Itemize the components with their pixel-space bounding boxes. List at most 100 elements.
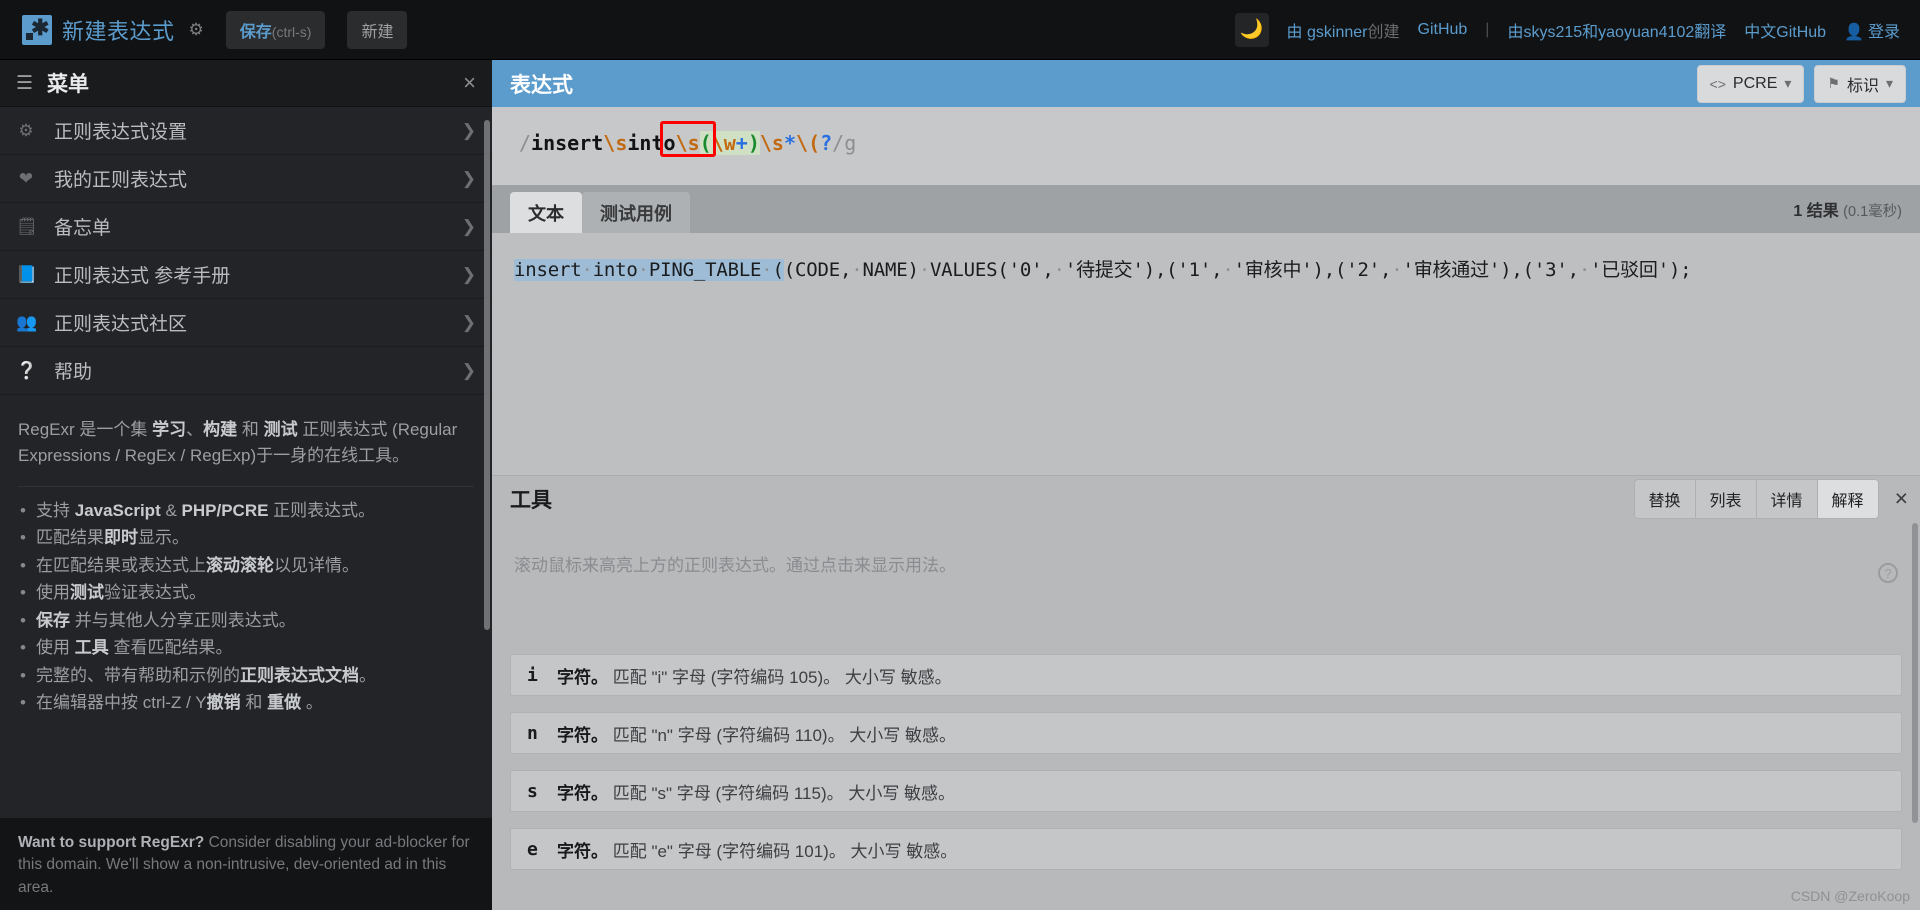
space-dot: · <box>637 259 649 281</box>
list-item: 完整的、带有帮助和示例的正则表达式文档。 <box>18 662 474 690</box>
list-item: 保存 并与其他人分享正则表达式。 <box>18 607 474 635</box>
text-run: 和 <box>240 693 268 713</box>
text-run: 和 <box>237 420 264 439</box>
sidebar-intro-text: RegExr 是一个集 学习、构建 和 测试 正则表达式 (Regular Ex… <box>18 417 474 470</box>
sidebar-item-settings[interactable]: ⚙ 正则表达式设置 ❯ <box>0 107 492 155</box>
tools-panel-header: 工具 替换 列表 详情 解释 × <box>492 475 1920 521</box>
list-item: 匹配结果即时显示。 <box>18 524 474 552</box>
login-link[interactable]: 👤 登录 <box>1844 18 1900 42</box>
main-area: 表达式 <> PCRE ▾ ⚑ 标识 ▾ /insert\sinto\s(\w+… <box>492 60 1920 910</box>
notepad-icon: 🗒 <box>16 216 38 236</box>
chevron-right-icon: ❯ <box>461 216 476 236</box>
list-item: 在匹配结果或表达式上滚动滚轮以见详情。 <box>18 552 474 580</box>
tool-tab-details[interactable]: 详情 <box>1755 478 1817 519</box>
text-run: 显示。 <box>138 528 189 548</box>
cn-github-link[interactable]: 中文GitHub <box>1744 18 1826 42</box>
explanation-row[interactable]: e 字符。 匹配 "e" 字母 (字符编码 101)。 大小写 敏感。 <box>510 828 1902 870</box>
logo-star-glyph: ✱ <box>31 14 50 40</box>
emphasis: PHP/PCRE <box>181 500 269 520</box>
created-by-link[interactable]: 由 gskinner创建 <box>1287 18 1400 42</box>
sample-text[interactable]: insert·into·PING_TABLE·((CODE,·NAME)·VAL… <box>514 255 1692 282</box>
regex-token: + <box>735 131 748 155</box>
sidebar-item-cheatsheet[interactable]: 🗒 备忘单 ❯ <box>0 203 492 251</box>
regex-token: / <box>519 131 532 155</box>
sidebar-header: ☰ 菜单 × <box>0 60 492 107</box>
tool-tab-explain[interactable]: 解释 <box>1816 478 1879 519</box>
text-run: 以见详情。 <box>274 555 359 575</box>
text-editor[interactable]: insert·into·PING_TABLE·((CODE,·NAME)·VAL… <box>492 233 1920 479</box>
flavor-selector-button[interactable]: <> PCRE ▾ <box>1696 64 1805 103</box>
github-link[interactable]: GitHub <box>1418 21 1468 39</box>
tab-text[interactable]: 文本 <box>510 192 582 234</box>
tool-tab-replace[interactable]: 替换 <box>1633 478 1695 519</box>
save-button[interactable]: 保存(ctrl-s) <box>225 10 326 49</box>
regexr-logo-icon: ✱ <box>22 14 52 45</box>
expression-text[interactable]: /insert\sinto\s(\w+)\s*\(?/g <box>519 131 856 155</box>
tools-scrollbar[interactable] <box>1912 523 1918 823</box>
emphasis: 保存 <box>36 610 70 630</box>
sidebar-item-my-patterns[interactable]: ❤ 我的正则表达式 ❯ <box>0 155 492 203</box>
text-run: 查看匹配结果。 <box>108 638 233 658</box>
explanation-list: i 字符。 匹配 "i" 字母 (字符编码 105)。 大小写 敏感。 n 字符。 匹… <box>492 576 1920 870</box>
sidebar-item-help[interactable]: ❔ 帮助 ❯ <box>0 347 492 395</box>
sidebar: ☰ 菜单 × ⚙ 正则表达式设置 ❯ ❤ 我的正则表达式 ❯ 🗒 备忘单 ❯ 📘… <box>0 60 492 910</box>
sidebar-item-reference[interactable]: 📘 正则表达式 参考手册 ❯ <box>0 251 492 299</box>
regex-token: \( <box>796 131 821 155</box>
explanation-row[interactable]: s 字符。 匹配 "s" 字母 (字符编码 115)。 大小写 敏感。 <box>510 770 1902 812</box>
emphasis: 学习 <box>152 420 187 439</box>
regex-token: into <box>627 131 676 155</box>
tools-close-icon[interactable]: × <box>1895 485 1908 512</box>
regex-token: ? <box>820 131 833 155</box>
explanation-row[interactable]: i 字符。 匹配 "i" 字母 (字符编码 105)。 大小写 敏感。 <box>510 654 1902 696</box>
emphasis: 测试 <box>263 420 298 439</box>
top-bar: ✱ 新建表达式 ⚙ 保存(ctrl-s) 新建 🌙 由 gskinner创建 G… <box>0 0 1920 60</box>
gear-icon[interactable]: ⚙ <box>189 20 204 40</box>
sidebar-close-icon[interactable]: × <box>463 70 476 96</box>
space-dot: · <box>1578 259 1591 281</box>
expression-panel-title: 表达式 <box>510 73 573 97</box>
translators-link[interactable]: 由skys215和yaoyuan4102翻译 <box>1507 18 1726 42</box>
match-highlight[interactable]: insert·into·PING_TABLE·( <box>514 259 784 281</box>
ad-notice-bold: Want to support RegExr? <box>18 834 205 851</box>
space-dot: · <box>851 259 863 281</box>
text-run: RegExr 是一个集 <box>18 420 153 439</box>
space-dot: · <box>1053 259 1065 281</box>
emphasis: 构建 <box>203 420 238 439</box>
flags-selector-button[interactable]: ⚑ 标识 ▾ <box>1814 64 1906 103</box>
tab-testcases[interactable]: 测试用例 <box>582 192 690 234</box>
theme-toggle-button[interactable]: 🌙 <box>1234 12 1269 47</box>
explanation-token: n <box>527 722 538 744</box>
space-dot: · <box>1222 259 1234 281</box>
created-by-suffix: 创建 <box>1367 23 1400 41</box>
regex-token: * <box>783 131 797 155</box>
emphasis: 滚动滚轮 <box>206 555 274 575</box>
tools-hint-text: 滚动鼠标来高亮上方的正则表达式。通过点击来显示用法。 <box>514 556 956 575</box>
result-count-value: 1 结果 <box>1793 203 1839 220</box>
list-item: 支持 JavaScript & PHP/PCRE 正则表达式。 <box>18 497 474 525</box>
top-bar-right: 🌙 由 gskinner创建 GitHub | 由skys215和yaoyuan… <box>1234 12 1920 47</box>
expression-title[interactable]: 新建表达式 <box>62 14 175 46</box>
text-run: & <box>160 500 182 520</box>
help-icon: ❔ <box>16 360 38 380</box>
space-dot: · <box>1391 259 1403 281</box>
explanation-text: 字符。 匹配 "e" 字母 (字符编码 101)。 大小写 敏感。 <box>557 841 958 861</box>
list-item: 使用测试验证表达式。 <box>18 579 474 607</box>
explanation-text: 字符。 匹配 "n" 字母 (字符编码 110)。 大小写 敏感。 <box>557 725 957 745</box>
chevron-right-icon: ❯ <box>461 264 476 284</box>
tool-tab-list[interactable]: 列表 <box>1694 478 1756 519</box>
regex-token: \s <box>675 131 700 155</box>
explanation-kind: 字符。 <box>557 841 608 861</box>
new-button[interactable]: 新建 <box>347 10 408 49</box>
sample-rest[interactable]: (CODE,·NAME)·VALUES('0',·'待提交'),('1',·'审… <box>784 259 1692 281</box>
emphasis: 工具 <box>74 638 109 658</box>
user-icon: 👤 <box>1844 23 1864 41</box>
question-icon[interactable]: ? <box>1878 563 1898 583</box>
explanation-kind: 字符。 <box>557 783 608 803</box>
emphasis: JavaScript <box>74 500 161 520</box>
sidebar-scrollbar[interactable] <box>484 120 490 630</box>
expression-editor[interactable]: /insert\sinto\s(\w+)\s*\(?/g <box>492 107 1920 185</box>
explanation-row[interactable]: n 字符。 匹配 "n" 字母 (字符编码 110)。 大小写 敏感。 <box>510 712 1902 754</box>
top-bar-left: ✱ 新建表达式 ⚙ 保存(ctrl-s) 新建 <box>0 10 408 49</box>
sidebar-title: 菜单 <box>47 73 90 96</box>
sidebar-item-community[interactable]: 👥 正则表达式社区 ❯ <box>0 299 492 347</box>
